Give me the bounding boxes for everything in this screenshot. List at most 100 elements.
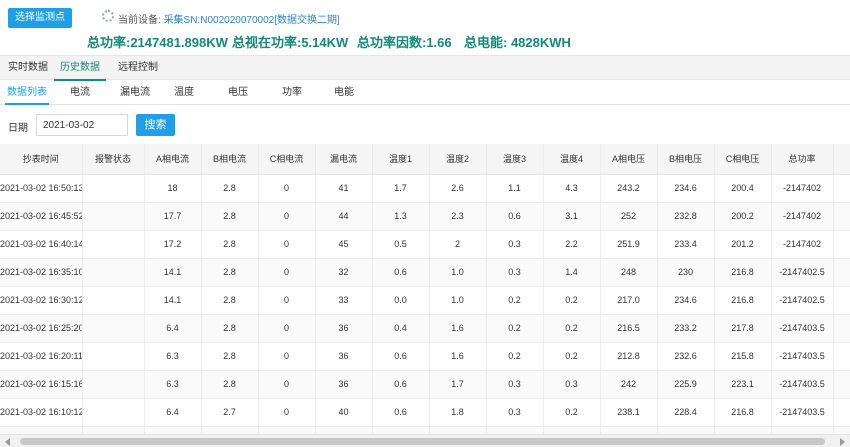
table-cell: 2.8 — [201, 342, 259, 371]
subtab-data-list[interactable]: 数据列表 — [5, 81, 49, 105]
column-header: 温度3 — [486, 144, 544, 175]
table-cell — [82, 202, 145, 231]
table-cell: 0.3 — [486, 370, 544, 399]
table-cell: 6.3 — [144, 342, 202, 371]
table-cell: 0.3 — [486, 398, 544, 427]
scrollbar-thumb[interactable] — [20, 438, 825, 445]
table-cell: -2147402 — [771, 202, 834, 231]
table-cell: 36 — [315, 370, 373, 399]
table-cell: 6.3 — [144, 426, 202, 434]
table-cell: 229.3 — [657, 426, 715, 434]
history-table-container: 抄表时间 报警状态 A相电流 B相电流 C相电流 漏电流 温度1 温度2 温度3 温度4 A相电压 B… — [0, 144, 850, 434]
subtab-voltage[interactable]: 电压 — [228, 81, 248, 104]
total-energy-stat: 总电能: 4828KWH — [464, 35, 571, 50]
table-cell: 233.4 — [657, 230, 715, 259]
table-cell: 0.6 — [372, 342, 430, 371]
table-cell: -2147403.5 — [771, 426, 834, 434]
table-cell — [833, 174, 850, 203]
table-cell: 0 — [258, 314, 316, 343]
table-cell — [82, 314, 145, 343]
select-device-button[interactable]: 选择监测点 — [8, 8, 72, 28]
table-cell: 232.6 — [657, 342, 715, 371]
table-cell: 45 — [315, 230, 373, 259]
table-cell: 200.4 — [714, 174, 772, 203]
search-button[interactable]: 搜索 — [136, 114, 175, 136]
table-cell: 2021-03-02 16:10:12 — [0, 398, 83, 427]
column-header: 报警状态 — [82, 144, 145, 175]
table-cell — [82, 174, 145, 203]
table-cell: 2021-03-02 16:50:13 — [0, 174, 83, 203]
table-row: 2021-03-02 16:10:12 6.4 2.7 0 40 0.6 1.8 0.3 0.2… — [0, 398, 850, 427]
table-cell: 2.8 — [201, 370, 259, 399]
scroll-left-icon[interactable] — [5, 438, 10, 446]
column-header: 总功率 — [771, 144, 834, 175]
table-cell — [833, 230, 850, 259]
table-cell: -2147403.5 — [771, 342, 834, 371]
table-cell: 0.7 — [372, 426, 430, 434]
subtab-power[interactable]: 功率 — [282, 81, 302, 104]
subtab-leakage-current[interactable]: 漏电流 — [120, 81, 150, 104]
table-cell: 33 — [315, 286, 373, 315]
scroll-right-icon[interactable] — [840, 438, 845, 446]
table-cell: 234.6 — [657, 174, 715, 203]
table-cell: 0.2 — [543, 342, 601, 371]
subtab-current[interactable]: 电流 — [70, 81, 90, 104]
tab-realtime[interactable]: 实时数据 — [8, 56, 48, 80]
table-cell: 222.6 — [714, 426, 772, 434]
table-cell — [833, 258, 850, 287]
table-cell: 0 — [258, 370, 316, 399]
table-cell: 2021-03-02 16:30:12 — [0, 286, 83, 315]
table-cell: 0 — [258, 174, 316, 203]
table-cell: 216.8 — [714, 398, 772, 427]
table-cell: -2147402.5 — [771, 286, 834, 315]
table-cell: 243.2 — [600, 174, 658, 203]
power-factor-stat: 总功率因数:1.66 — [357, 35, 452, 50]
table-cell: 36 — [315, 342, 373, 371]
table-cell: 252 — [600, 202, 658, 231]
table-cell: 0.2 — [543, 286, 601, 315]
table-cell: 248 — [600, 258, 658, 287]
table-cell: 1.4 — [543, 258, 601, 287]
table-cell: 232.8 — [657, 202, 715, 231]
table-cell: 217.0 — [600, 286, 658, 315]
table-cell: 6.4 — [144, 314, 202, 343]
table-cell: 200.2 — [714, 202, 772, 231]
table-cell — [833, 426, 850, 434]
table-row: 2021-03-02 16:40:14 17.2 2.8 0 45 0.5 2 0.3 2.2 2… — [0, 230, 850, 259]
subtab-temperature[interactable]: 温度 — [174, 81, 194, 104]
table-cell: 2021-03-02 16:45:52 — [0, 202, 83, 231]
table-cell: -2147403.5 — [771, 314, 834, 343]
table-cell: 216.5 — [600, 314, 658, 343]
table-cell: 0.2 — [486, 342, 544, 371]
table-cell: 1.1 — [486, 174, 544, 203]
column-header: 漏电流 — [315, 144, 373, 175]
table-cell: 2.7 — [201, 398, 259, 427]
apparent-power-stat: 总视在功率:5.14KW — [232, 35, 349, 50]
subtab-energy[interactable]: 电能 — [334, 81, 354, 104]
tab-remote-control[interactable]: 远程控制 — [118, 56, 158, 80]
table-cell: 238.1 — [600, 398, 658, 427]
table-cell: 1.8 — [429, 398, 487, 427]
table-cell: 17.7 — [144, 202, 202, 231]
table-cell: 228.4 — [657, 398, 715, 427]
table-cell: 0 — [258, 258, 316, 287]
table-cell: 32 — [315, 258, 373, 287]
table-cell: 44 — [315, 202, 373, 231]
tab-history[interactable]: 历史数据 — [54, 56, 106, 81]
column-header: 温度1 — [372, 144, 430, 175]
horizontal-scrollbar[interactable] — [0, 434, 850, 447]
table-cell: -2147402.5 — [771, 258, 834, 287]
column-header: B相电压 — [657, 144, 715, 175]
date-input[interactable] — [36, 114, 128, 136]
table-cell: 0.4 — [543, 426, 601, 434]
table-cell: 0.6 — [486, 426, 544, 434]
column-header: 抄表时间 — [0, 144, 83, 175]
column-header: 温度4 — [543, 144, 601, 175]
gear-icon[interactable] — [102, 10, 114, 22]
table-row: 2021-03-02 16:05:02 6.32.80380.71.90.60.4… — [0, 426, 850, 434]
date-label: 日期 — [8, 123, 28, 134]
table-cell: 2021-03-02 16:15:16 — [0, 370, 83, 399]
table-cell — [82, 398, 145, 427]
table-cell: 14.1 — [144, 258, 202, 287]
table-cell: -2147403.5 — [771, 398, 834, 427]
